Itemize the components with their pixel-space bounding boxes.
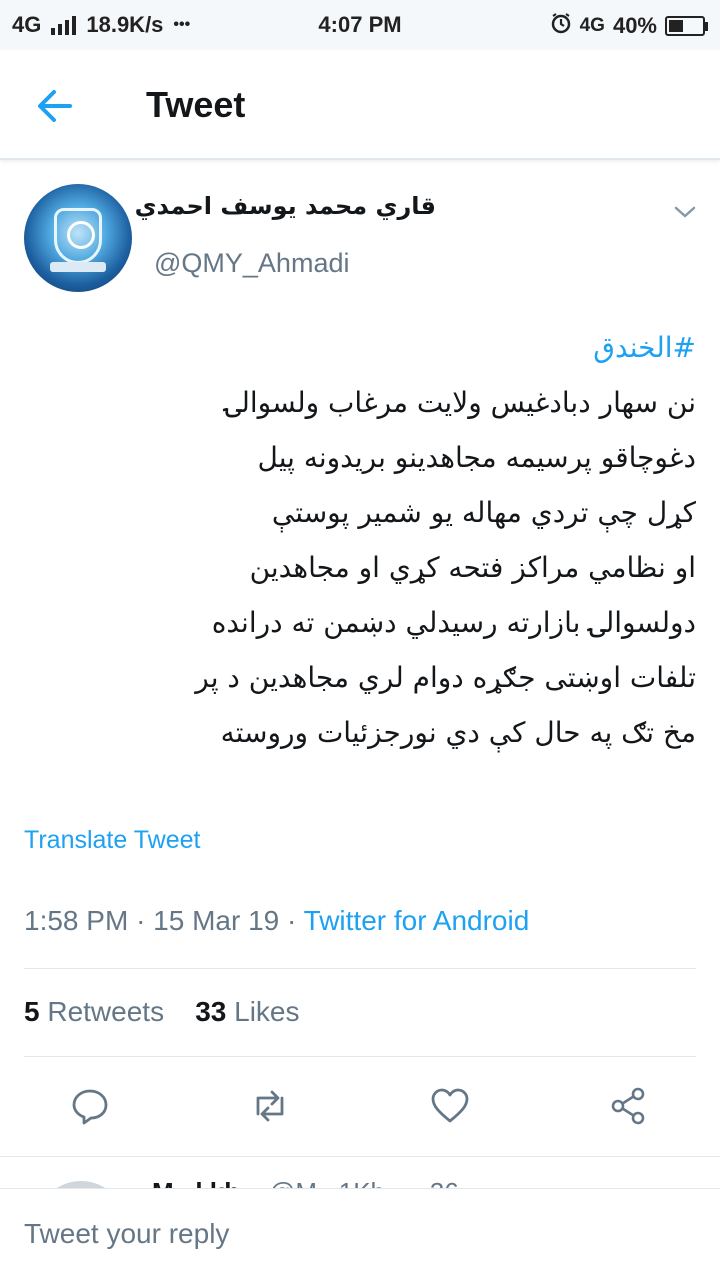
app-bar: Tweet — [0, 50, 720, 160]
retweet-icon[interactable] — [248, 1084, 292, 1128]
network-type-right: 4G — [579, 15, 605, 36]
emblem-icon — [54, 208, 102, 264]
meta-separator: · — [136, 905, 146, 936]
likes-stat[interactable]: 33 Likes — [195, 996, 299, 1027]
tweet-source-link[interactable]: Twitter for Android — [304, 905, 530, 936]
translate-tweet-link[interactable]: Translate Tweet — [24, 826, 200, 855]
alarm-icon — [550, 12, 572, 40]
meta-separator: · — [287, 905, 297, 936]
retweets-count: 5 — [24, 996, 40, 1027]
author-name[interactable]: قاري محمد يوسف احمدي — [135, 192, 436, 220]
tweet-line: تلفات اوښتی جګړه دوام لري مجاهدین د پر — [195, 661, 696, 694]
tweet-stats: 5 Retweets 33 Likes — [24, 996, 300, 1028]
tweet-line: کړل چې تردي مهاله یو شمیر پوستې — [271, 496, 696, 529]
share-icon[interactable] — [606, 1084, 650, 1128]
reply-input[interactable] — [0, 1189, 720, 1279]
heart-icon[interactable] — [428, 1084, 472, 1128]
back-arrow-icon[interactable] — [34, 86, 78, 126]
author-handle[interactable]: @QMY_Ahmadi — [154, 248, 349, 279]
retweets-label: Retweets — [47, 996, 165, 1027]
tweet-line: دولسوالۍ بازارته رسیدلي دښمن ته درانده — [211, 606, 696, 639]
tweet-date: 15 Mar 19 — [153, 905, 280, 936]
tweet-line: مخ تګ په حال کې دي نورجزئیات وروسته — [220, 716, 696, 749]
page-title: Tweet — [146, 84, 246, 125]
battery-percent: 40% — [612, 13, 657, 38]
tweet-line: نن سهار دبادغیس ولایت مرغاب ولسوالۍ — [224, 386, 696, 419]
chevron-down-icon[interactable] — [672, 202, 698, 222]
status-bar: 4G 18.9K/s ••• 4:07 PM 4G 40% — [0, 0, 720, 50]
divider — [24, 968, 696, 969]
avatar[interactable] — [24, 184, 132, 292]
tweet-actions — [0, 1080, 720, 1136]
retweets-stat[interactable]: 5 Retweets — [24, 996, 164, 1027]
hashtag-link[interactable]: #الخندق — [16, 320, 696, 375]
status-right: 4G 40% — [550, 12, 708, 40]
likes-count: 33 — [195, 996, 227, 1027]
tweet-line: او نظامي مراکز فتحه کړي او مجاهدین — [249, 551, 696, 584]
likes-label: Likes — [234, 996, 300, 1027]
battery-icon — [665, 16, 708, 36]
reply-icon[interactable] — [68, 1084, 112, 1128]
divider — [24, 1056, 696, 1057]
tweet-line: دغوچاقو پرسیمه مجاهدینو بریدونه پیل — [257, 441, 697, 474]
tweet-text: #الخندق نن سهار دبادغیس ولایت مرغاب ولسو… — [16, 320, 696, 760]
tweet-time: 1:58 PM — [24, 905, 129, 936]
reply-bar — [0, 1188, 720, 1280]
reply-preview[interactable]: M...l kh... @M...1Kh... · 26 — [0, 1156, 720, 1190]
tweet-meta: 1:58 PM · 15 Mar 19 · Twitter for Androi… — [24, 905, 529, 937]
